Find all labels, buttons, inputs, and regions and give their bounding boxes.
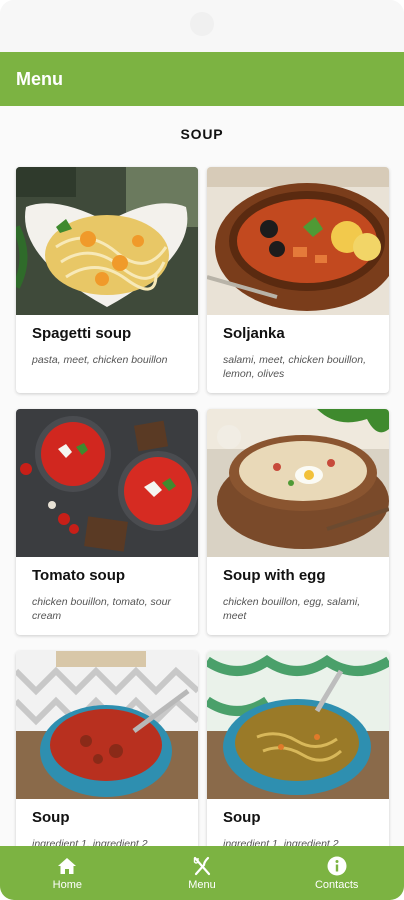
nav-menu[interactable]: Menu (135, 846, 270, 900)
nav-home-label: Home (52, 878, 82, 891)
home-icon (56, 856, 78, 876)
card-title: Tomato soup (32, 567, 126, 584)
soup-image (16, 651, 198, 799)
card-title: Soup with egg (223, 567, 326, 584)
card-description: salami, meet, chicken bouillon, lemon, o… (223, 354, 366, 380)
nav-menu-label: Menu (188, 878, 216, 891)
camera-cutout (190, 12, 214, 36)
card-description: chicken bouillon, tomato, sour cream (32, 596, 171, 622)
soup-card[interactable]: Spagetti soup pasta, meet, chicken bouil… (16, 167, 198, 393)
card-description: pasta, meet, chicken bouillon (32, 354, 168, 366)
status-bar (0, 0, 404, 52)
app-bar-title: Menu (16, 68, 63, 89)
card-description: chicken bouillon, egg, salami, meet (223, 596, 361, 622)
app-bar: Menu (0, 52, 404, 106)
info-icon (326, 856, 348, 876)
content-area[interactable]: SOUP Spagetti soup pasta, meet, chicken … (0, 106, 404, 846)
soup-card[interactable]: Soup with egg chicken bouillon, egg, sal… (207, 409, 389, 635)
bottom-navigation: Home Menu Contacts (0, 846, 404, 900)
fork-knife-icon (191, 856, 213, 876)
phone-frame: Menu SOUP Spagetti soup pasta, meet, chi… (0, 0, 404, 900)
nav-home[interactable]: Home (0, 846, 135, 900)
card-title: Spagetti soup (32, 325, 132, 342)
soup-card[interactable]: Tomato soup chicken bouillon, tomato, so… (16, 409, 198, 635)
card-description: ingredient 1, ingredient 2 (223, 838, 339, 846)
card-description: ingredient 1, ingredient 2 (32, 838, 148, 846)
card-title: Soup (32, 809, 70, 826)
soup-image (207, 167, 389, 315)
soup-card[interactable]: Soljanka salami, meet, chicken bouillon,… (207, 167, 389, 393)
soup-card[interactable]: Soup ingredient 1, ingredient 2 (16, 651, 198, 846)
soup-card[interactable]: Soup ingredient 1, ingredient 2 (207, 651, 389, 846)
nav-contacts-label: Contacts (314, 878, 359, 891)
card-title: Soljanka (223, 325, 285, 342)
soup-image (16, 409, 198, 557)
card-title: Soup (223, 809, 261, 826)
soup-image (207, 409, 389, 557)
section-title: SOUP (180, 126, 224, 142)
soup-image (207, 651, 389, 799)
soup-image (16, 167, 198, 315)
nav-contacts[interactable]: Contacts (269, 846, 404, 900)
